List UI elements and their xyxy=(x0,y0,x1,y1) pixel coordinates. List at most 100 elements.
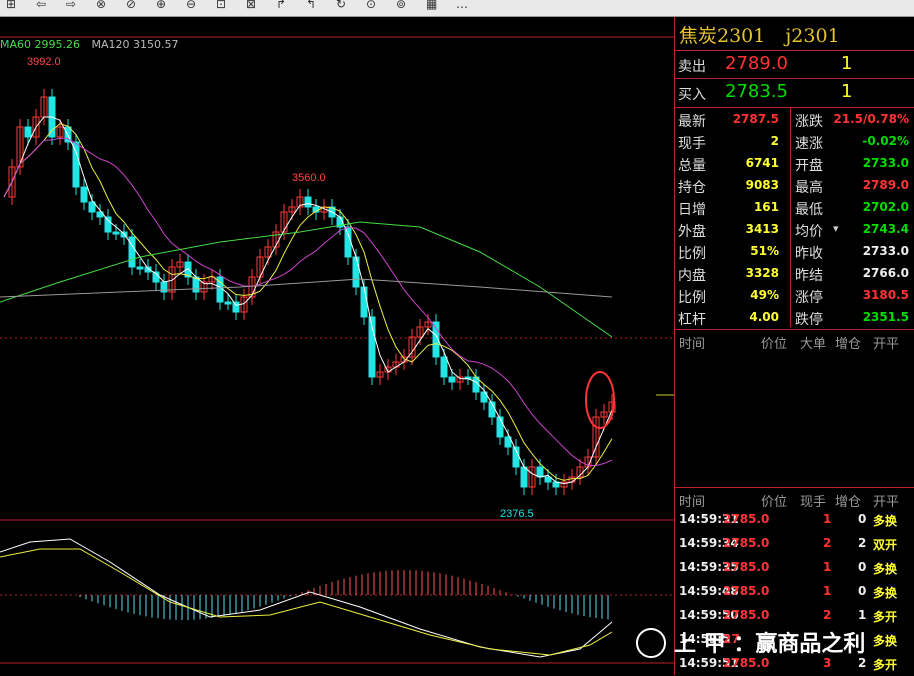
tick-chg: 0 xyxy=(858,584,867,598)
big-order-header: 时间 价位 大单 增仓 开平 xyxy=(675,329,914,352)
quote-row: 比例 51% 昨收 2733.0 xyxy=(675,240,914,262)
toolbar-icon-15[interactable]: … xyxy=(456,0,468,11)
tick-qty: 1 xyxy=(823,512,832,526)
quote-value: 21.5/0.78% xyxy=(833,112,909,126)
toolbar-icon-5[interactable]: ⊕ xyxy=(156,0,166,11)
toolbar-icon-2[interactable]: ⇨ xyxy=(66,0,76,11)
tick-row: 14:59:31 2785.0 1 0 多换 xyxy=(675,508,914,532)
tick-qty: 1 xyxy=(823,560,832,574)
ma60-label: MA60 2995.26 xyxy=(0,38,80,51)
quote-grid-divider xyxy=(790,107,791,327)
candle-body xyxy=(352,256,360,288)
quote-row: 总量 6741 开盘 2733.0 xyxy=(675,152,914,174)
toolbar-icon-4[interactable]: ⊘ xyxy=(126,0,136,11)
toolbar-icon-6[interactable]: ⊖ xyxy=(186,0,196,11)
highlight-circle xyxy=(585,371,615,429)
quote-label: 涨停 xyxy=(795,290,823,306)
quote-value: -0.02% xyxy=(862,134,909,148)
quote-row: 杠杆 4.00 跌停 2351.5 xyxy=(675,306,914,328)
candle-body xyxy=(232,301,240,313)
quote-value: 3328 xyxy=(745,266,779,280)
contract-title: 焦炭2301 j2301 xyxy=(679,21,854,48)
candle-body xyxy=(80,186,88,203)
quote-value: 2766.0 xyxy=(862,266,909,280)
quote-label: 昨结 xyxy=(795,268,823,284)
contract-name: 焦炭2301 xyxy=(679,25,766,47)
toolbar: ⊞ ⇦ ⇨ ⊗ ⊘ ⊕ ⊖ ⊡ ⊠ ↱ ↰ ↻ ⊙ ⊚ ▦ … xyxy=(0,0,914,17)
candle-body xyxy=(136,266,144,270)
chart-canvas: 3992.0 3560.0 2376.5 xyxy=(0,36,674,664)
toolbar-icon-8[interactable]: ⊠ xyxy=(246,0,256,11)
ma120-label: MA120 3150.57 xyxy=(91,38,179,51)
toolbar-icon-12[interactable]: ⊙ xyxy=(366,0,376,11)
quote-value: 2787.5 xyxy=(732,112,779,126)
ask-label: 卖出 xyxy=(678,59,706,75)
tick-qty: 2 xyxy=(823,536,832,550)
candle-body xyxy=(112,231,120,235)
mid-high-label: 3560.0 xyxy=(292,172,326,184)
quote-label: 均价 xyxy=(795,224,823,240)
quote-label: 杠杆 xyxy=(678,312,706,328)
tick-qty: 1 xyxy=(823,584,832,598)
quote-row: 比例 49% 涨停 3180.5 xyxy=(675,284,914,306)
bid-price: 2783.5 xyxy=(725,81,788,102)
bid-qty: 1 xyxy=(841,81,853,102)
tick-price: 2785.0 xyxy=(723,560,770,574)
tick-price: 2785.0 xyxy=(723,608,770,622)
tick-type: 多开 xyxy=(873,610,898,624)
tick-type: 多换 xyxy=(873,562,898,576)
quote-label: 最高 xyxy=(795,180,823,196)
quote-row: 外盘 3413 均价 ▾ 2743.4 xyxy=(675,218,914,240)
toolbar-icon-13[interactable]: ⊚ xyxy=(396,0,406,11)
toolbar-icon-7[interactable]: ⊡ xyxy=(216,0,226,11)
tick-header: 时间 价位 现手 增仓 开平 xyxy=(675,487,914,510)
candle-body xyxy=(544,476,552,483)
watermark-text: 上 甲 ：赢商品之利 xyxy=(674,632,866,657)
kline-chart[interactable]: 3992.0 3560.0 2376.5 MA60 2995.26 MA120 31… xyxy=(0,17,674,675)
avg-price-dropdown-icon[interactable]: ▾ xyxy=(833,222,839,235)
quote-label: 外盘 xyxy=(678,224,706,240)
tick-col-header: 大单 xyxy=(800,337,827,352)
candle-body xyxy=(448,376,456,383)
toolbar-icon-3[interactable]: ⊗ xyxy=(96,0,106,11)
tick-col-header: 增仓 xyxy=(835,337,862,352)
candle-body xyxy=(440,356,448,378)
bid-label: 买入 xyxy=(678,87,706,103)
candle-body xyxy=(24,126,32,138)
quote-label: 速涨 xyxy=(795,136,823,152)
bid-row: 买入 2783.5 1 xyxy=(675,78,914,107)
quote-value: 9083 xyxy=(745,178,779,192)
quote-value: 6741 xyxy=(745,156,779,170)
macd-dea-line xyxy=(0,548,613,656)
watermark: 上 甲 ：赢商品之利 xyxy=(640,626,865,658)
toolbar-icon-14[interactable]: ▦ xyxy=(426,0,437,11)
quote-label: 比例 xyxy=(678,246,706,262)
quote-label: 比例 xyxy=(678,290,706,306)
contract-code: j2301 xyxy=(785,25,840,47)
quote-value: 2351.5 xyxy=(862,310,909,324)
toolbar-icon-0[interactable]: ⊞ xyxy=(6,0,16,11)
ask-row: 卖出 2789.0 1 xyxy=(675,50,914,79)
quote-row: 最新 2787.5 涨跌 21.5/0.78% xyxy=(675,108,914,130)
quote-value: 2 xyxy=(770,134,779,148)
tick-price: 2785.0 xyxy=(723,536,770,550)
tick-type: 多换 xyxy=(873,586,898,600)
toolbar-icon-10[interactable]: ↰ xyxy=(306,0,316,11)
tick-row: 14:59:48 2785.0 1 0 多换 xyxy=(675,580,914,604)
quote-label: 最新 xyxy=(678,114,706,130)
tick-chg: 2 xyxy=(858,536,867,550)
candle-body xyxy=(104,216,112,233)
tick-type: 多换 xyxy=(873,514,898,528)
toolbar-icon-9[interactable]: ↱ xyxy=(276,0,286,11)
quote-label: 内盘 xyxy=(678,268,706,284)
quote-row: 持仓 9083 最高 2789.0 xyxy=(675,174,914,196)
candle-body xyxy=(304,196,312,208)
tick-qty: 3 xyxy=(823,656,832,670)
tick-type: 双开 xyxy=(873,538,898,552)
tick-qty: 2 xyxy=(823,608,832,622)
high-label: 3992.0 xyxy=(27,56,61,68)
quote-value: 2743.4 xyxy=(862,222,909,236)
toolbar-icon-1[interactable]: ⇦ xyxy=(36,0,46,11)
tick-chg: 0 xyxy=(858,512,867,526)
toolbar-icon-11[interactable]: ↻ xyxy=(336,0,346,11)
